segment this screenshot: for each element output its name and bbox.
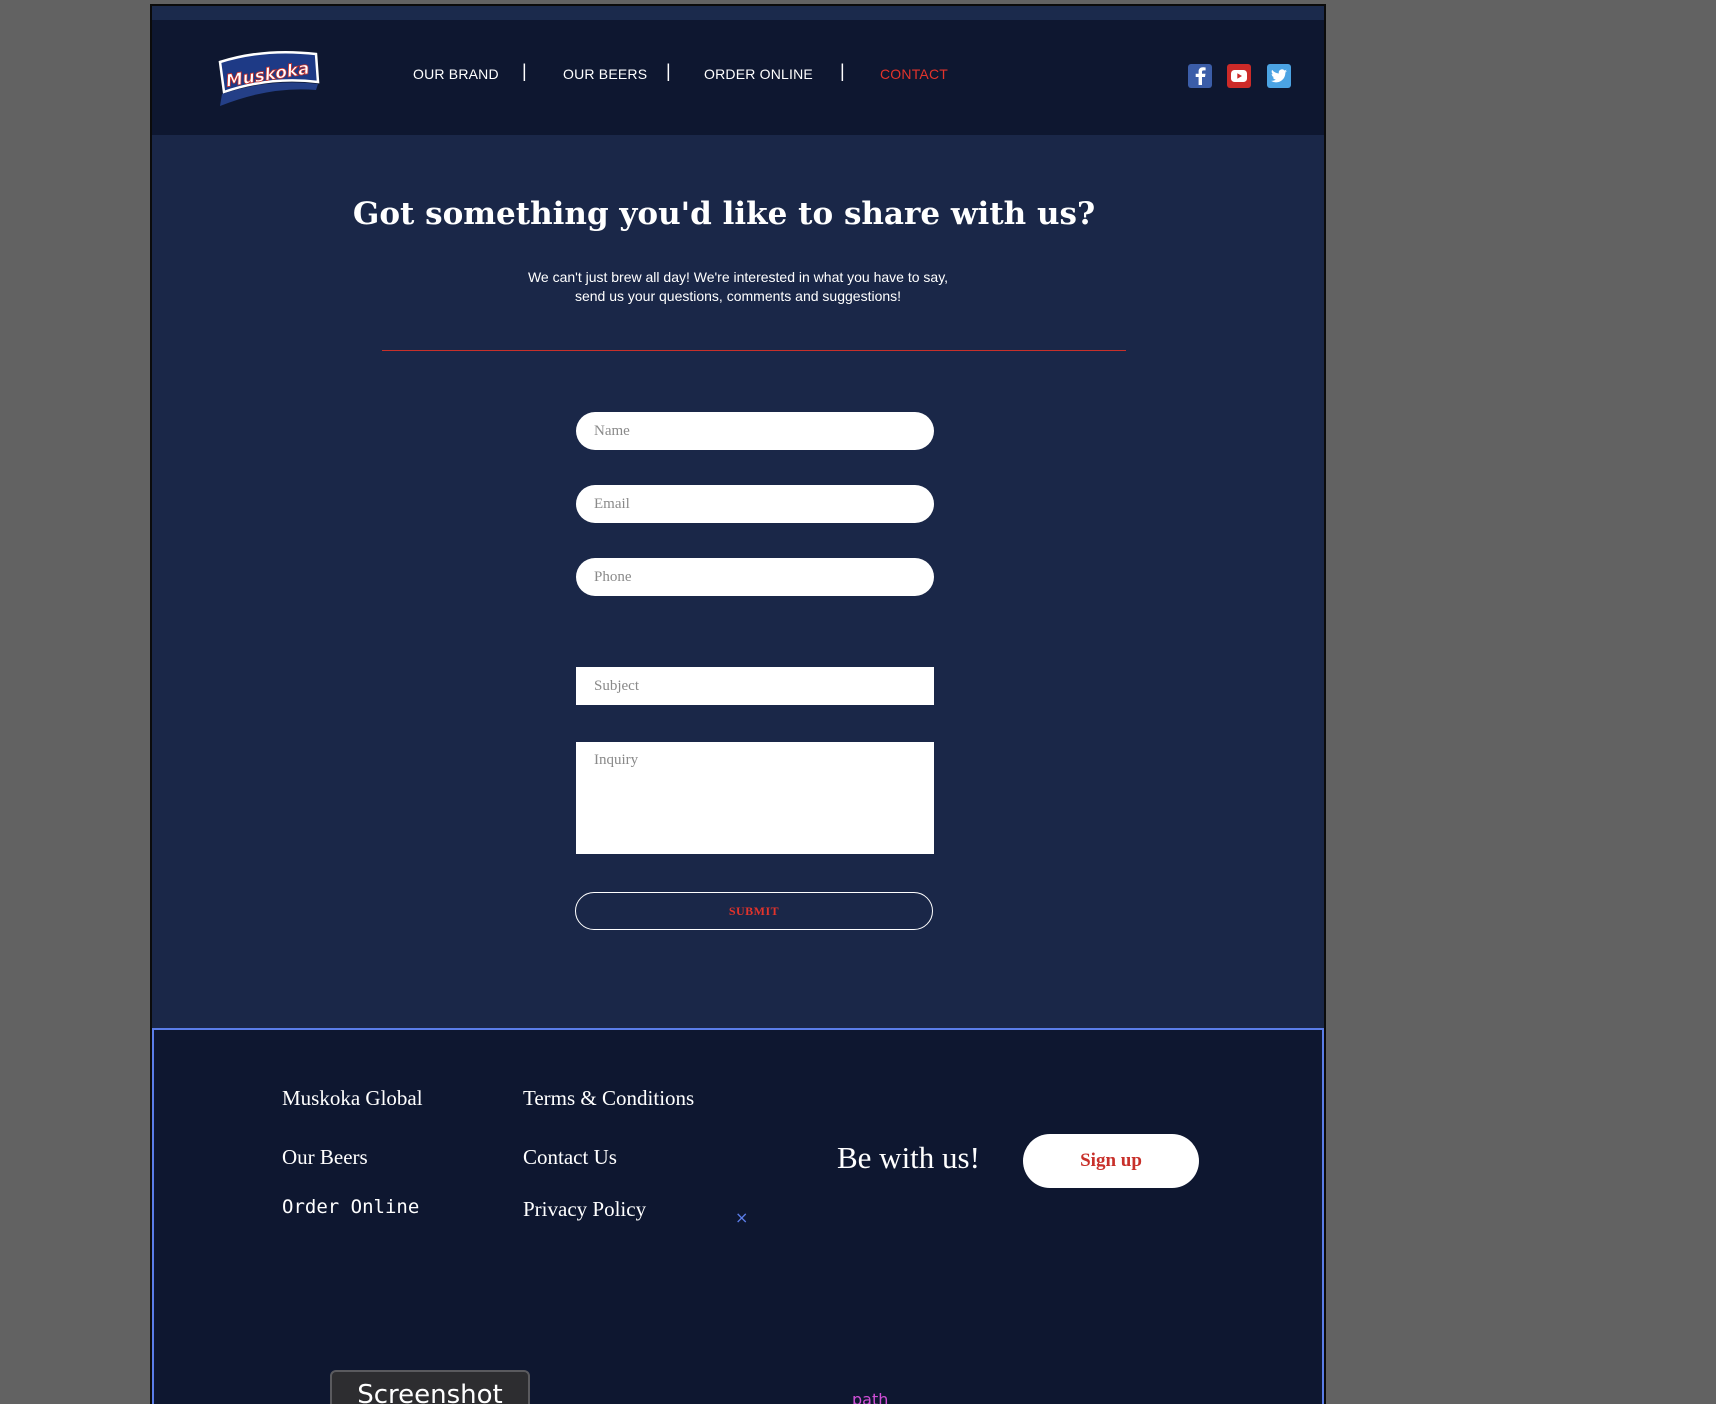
site-footer: Muskoka Global Our Beers Order Online Te… — [152, 1028, 1324, 1404]
nav-our-beers[interactable]: OUR BEERS — [563, 66, 647, 82]
page-subtitle: We can't just brew all day! We're intere… — [152, 268, 1324, 306]
nav-separator: | — [666, 61, 671, 81]
email-field[interactable] — [576, 485, 934, 523]
nav-separator: | — [840, 61, 845, 81]
footer-link-privacy-policy[interactable]: Privacy Policy — [523, 1197, 646, 1222]
signup-button[interactable]: Sign up — [1023, 1134, 1199, 1188]
section-divider — [382, 350, 1126, 351]
page-title: Got something you'd like to share with u… — [352, 196, 1096, 232]
inquiry-field[interactable] — [576, 742, 934, 854]
nav-order-online[interactable]: ORDER ONLINE — [704, 66, 813, 82]
website-frame: Muskoka OUR BRAND | OUR BEERS | ORDER ON… — [150, 4, 1326, 1404]
facebook-icon[interactable] — [1188, 64, 1212, 88]
twitter-icon[interactable] — [1267, 64, 1291, 88]
name-field[interactable] — [576, 412, 934, 450]
footer-link-contact-us[interactable]: Contact Us — [523, 1145, 617, 1170]
subtitle-line: send us your questions, comments and sug… — [574, 288, 902, 304]
muskoka-logo[interactable]: Muskoka — [214, 48, 324, 112]
nav-separator: | — [522, 61, 527, 81]
footer-cta-text: Be with us! — [837, 1140, 980, 1175]
footer-link-muskoka-global[interactable]: Muskoka Global — [282, 1086, 423, 1111]
screenshot-button[interactable]: Screenshot — [330, 1370, 530, 1404]
subject-field[interactable] — [576, 667, 934, 705]
footer-link-terms[interactable]: Terms & Conditions — [523, 1086, 694, 1111]
close-icon[interactable]: × — [735, 1208, 748, 1227]
youtube-icon[interactable] — [1227, 64, 1251, 88]
submit-button[interactable]: SUBMIT — [575, 892, 933, 930]
top-strip — [152, 6, 1324, 20]
site-header: Muskoka OUR BRAND | OUR BEERS | ORDER ON… — [152, 20, 1324, 135]
footer-link-our-beers[interactable]: Our Beers — [282, 1145, 368, 1170]
nav-our-brand[interactable]: OUR BRAND — [413, 66, 499, 82]
phone-field[interactable] — [576, 558, 934, 596]
path-label: path — [852, 1390, 889, 1404]
footer-link-order-online[interactable]: Order Online — [282, 1196, 419, 1218]
subtitle-line: We can't just brew all day! We're intere… — [527, 269, 949, 285]
nav-contact[interactable]: CONTACT — [880, 66, 948, 82]
